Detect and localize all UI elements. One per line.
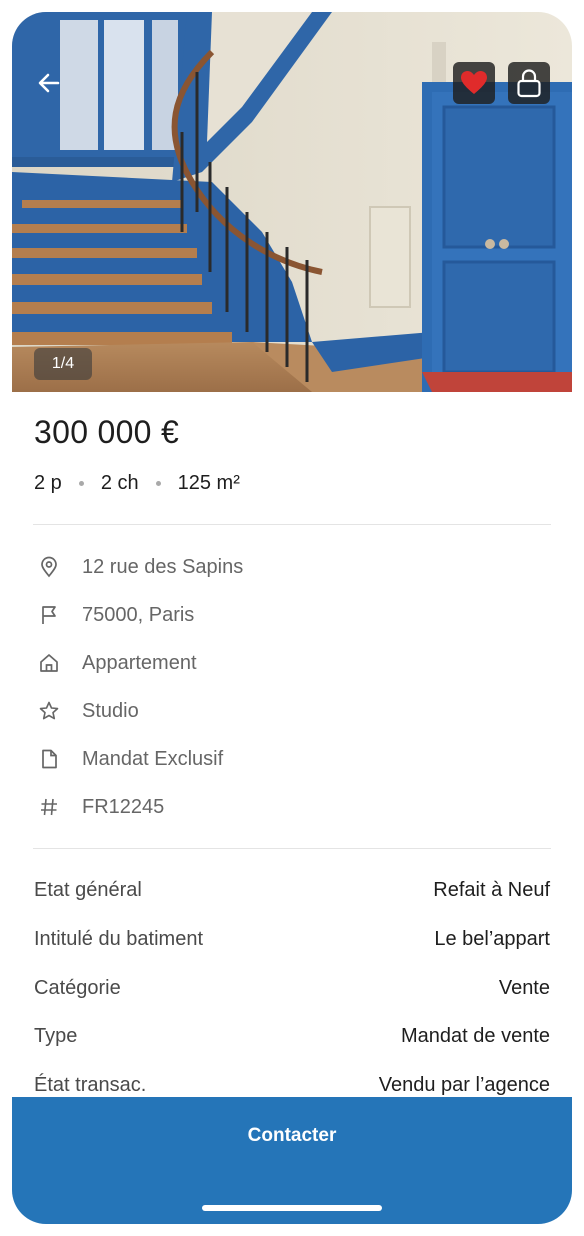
detail-value: Vente xyxy=(498,976,550,999)
lock-button[interactable] xyxy=(508,62,550,104)
photo-gallery[interactable]: 1/4 xyxy=(12,12,572,392)
home-icon xyxy=(38,652,60,674)
info-row-address: 12 rue des Sapins xyxy=(38,552,243,582)
detail-row-condition: Etat général Refait à Neuf xyxy=(34,875,550,905)
detail-row-type: Type Mandat de vente xyxy=(34,1021,550,1051)
listing-screen: 1/4 300 000 € 2 p 2 ch 125 m² 12 rue des… xyxy=(12,12,572,1224)
back-button[interactable] xyxy=(34,68,64,98)
contact-button[interactable]: Contacter xyxy=(12,1125,572,1147)
separator-dot xyxy=(78,481,84,486)
city-text: 75000, Paris xyxy=(82,603,195,626)
detail-label: Catégorie xyxy=(34,976,121,999)
photo-counter: 1/4 xyxy=(34,348,92,380)
lock-icon xyxy=(517,69,541,98)
separator-dot xyxy=(155,481,161,486)
detail-row-category: Catégorie Vente xyxy=(34,973,550,1003)
listing-price: 300 000 € xyxy=(34,414,180,450)
flag-icon xyxy=(38,604,60,626)
home-indicator[interactable] xyxy=(202,1205,382,1211)
detail-value: Vendu par l’agence xyxy=(378,1073,550,1096)
detail-label: Type xyxy=(34,1024,78,1047)
divider xyxy=(33,524,551,525)
detail-value: Le bel’appart xyxy=(434,927,550,950)
divider xyxy=(33,848,551,849)
detail-label: État transac. xyxy=(34,1073,147,1096)
info-row-layout: Studio xyxy=(38,696,139,726)
layout-text: Studio xyxy=(82,699,139,722)
arrow-left-icon xyxy=(38,73,60,93)
detail-value: Refait à Neuf xyxy=(433,878,550,901)
file-icon xyxy=(38,748,60,770)
address-text: 12 rue des Sapins xyxy=(82,555,244,578)
mandate-text: Mandat Exclusif xyxy=(82,747,224,770)
map-pin-icon xyxy=(38,556,60,578)
surface-area: 125 m² xyxy=(177,472,240,494)
rooms-count: 2 p xyxy=(34,472,62,494)
listing-specs: 2 p 2 ch 125 m² xyxy=(34,472,240,495)
heart-icon xyxy=(461,71,487,94)
hash-icon xyxy=(38,796,60,818)
info-row-reference: FR12245 xyxy=(38,792,164,822)
star-icon xyxy=(38,700,60,722)
info-row-mandate: Mandat Exclusif xyxy=(38,744,223,774)
property-type-text: Appartement xyxy=(82,651,197,674)
info-row-city: 75000, Paris xyxy=(38,600,194,630)
contact-bar: Contacter xyxy=(12,1097,572,1224)
info-row-property-type: Appartement xyxy=(38,648,197,678)
detail-row-building: Intitulé du batiment Le bel’appart xyxy=(34,924,550,954)
bedrooms-count: 2 ch xyxy=(100,472,139,494)
detail-label: Etat général xyxy=(34,878,142,901)
favorite-button[interactable] xyxy=(453,62,495,104)
reference-text: FR12245 xyxy=(82,795,165,818)
detail-value: Mandat de vente xyxy=(401,1024,550,1047)
detail-label: Intitulé du batiment xyxy=(34,927,203,950)
detail-row-transaction: État transac. Vendu par l’agence xyxy=(34,1070,550,1100)
